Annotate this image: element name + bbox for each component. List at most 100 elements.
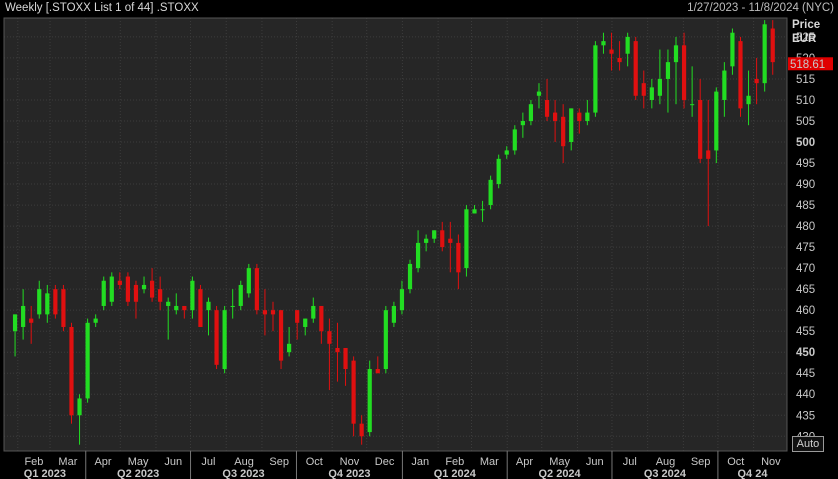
candle-up [657,78,662,96]
candle-down [133,284,139,302]
month-tick-label: Aug [656,456,676,468]
candle-up [399,289,405,311]
candle-up [472,209,477,214]
candle-up [593,45,598,113]
candle-up [109,276,114,302]
candle-up [174,305,179,311]
candle-down [254,268,259,311]
candle-down [69,326,74,416]
month-tick-label: May [549,456,570,468]
price-tick-label: 475 [796,242,815,254]
last-price-label: 518.61 [790,59,825,71]
price-tick-label: 460 [796,305,815,317]
candle-down [770,28,775,63]
price-tick-label: 500 [796,137,815,149]
candle-down [553,112,558,121]
candle-up [77,398,82,416]
candle-up [569,108,574,143]
candle-down [375,369,380,374]
candle-down [617,57,622,63]
candle-up [12,314,18,332]
quarter-label: Q4 24 [737,468,768,479]
candle-up [206,301,211,311]
candle-up [101,280,106,306]
month-tick-label: Nov [761,456,781,468]
month-tick-label: Dec [375,456,395,468]
month-tick-label: Oct [727,456,744,468]
month-tick-label: Feb [445,456,464,468]
price-tick-label: 440 [796,389,815,401]
candle-up [424,238,429,243]
candle-up [432,230,437,239]
month-tick-label: Aug [234,456,254,468]
price-tick-label: 465 [796,284,815,296]
candle-up [464,209,469,269]
candle-up [45,293,50,315]
candle-down [440,230,445,248]
quarter-label: Q2 2024 [538,468,581,479]
candle-up [504,150,509,155]
candle-down [149,280,155,298]
price-axis-label: Price [792,19,821,31]
candle-up [141,284,147,290]
candle-down [61,289,66,327]
price-tick-label: 455 [796,326,815,338]
candle-up [601,41,606,46]
candle-up [730,32,735,67]
candle-down [158,289,163,302]
candle-up [222,310,227,370]
price-tick-label: 435 [796,410,815,422]
candle-up [762,24,767,84]
candle-down [456,242,461,273]
price-tick-label: 470 [796,263,815,275]
candle-up [407,263,413,290]
month-tick-label: Sep [269,456,289,468]
candle-up [303,318,308,327]
candle-down [295,310,300,323]
quarter-label: Q3 2024 [644,468,687,479]
candle-up [536,91,542,96]
price-tick-label: 450 [796,347,815,359]
price-tick-label: 505 [796,116,815,128]
candle-down [125,276,131,302]
candle-down [448,238,453,243]
candle-up [367,369,372,433]
candle-up [287,343,292,353]
candle-up [714,91,719,151]
auto-scale-button[interactable]: Auto [792,436,824,452]
candlestick-chart[interactable]: 4304354404454504554604654704754804854904… [0,0,838,479]
candle-up [311,305,316,319]
candle-down [609,49,614,54]
candle-down [29,318,34,323]
price-tick-label: 515 [796,74,815,86]
candle-down [351,360,356,424]
quarter-label: Q4 2023 [328,468,370,479]
month-tick-label: Nov [340,456,360,468]
candle-down [738,41,743,109]
candle-up [673,45,679,63]
month-tick-label: Jan [411,456,429,468]
candle-down [327,331,332,344]
candle-up [391,305,396,323]
candle-down [53,289,58,315]
candle-down [577,112,582,121]
month-tick-label: Jul [623,456,637,468]
month-tick-label: Apr [94,456,111,468]
candle-down [278,310,284,361]
candle-up [625,36,630,54]
month-tick-label: May [128,456,149,468]
month-tick-label: Feb [24,456,43,468]
candle-up [585,112,590,121]
candle-up [166,301,171,306]
price-tick-label: 495 [796,158,815,170]
currency-label: EUR [792,33,817,45]
plot-area [4,18,787,451]
candle-down [359,423,364,437]
price-tick-label: 485 [796,200,815,212]
candle-down [698,99,703,159]
candle-down [343,348,348,370]
candle-down [544,99,550,117]
candle-down [633,41,638,96]
candle-up [722,70,727,100]
candle-up [246,268,251,294]
